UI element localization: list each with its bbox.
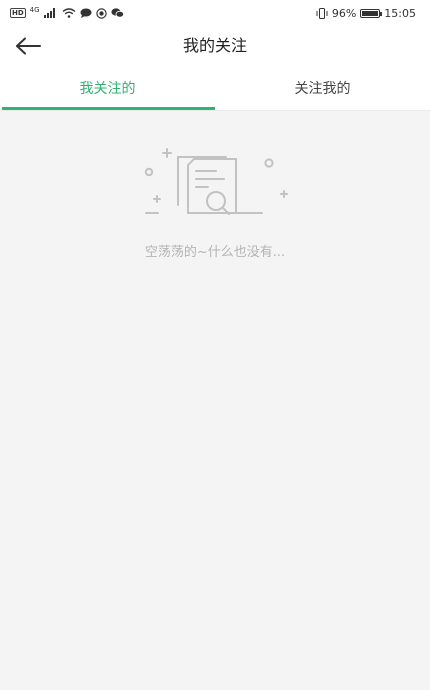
battery-percent: 96% bbox=[331, 6, 357, 20]
status-right: 96% 15:05 bbox=[316, 7, 416, 20]
status-time: 15:05 bbox=[384, 6, 416, 20]
signal-icon bbox=[43, 8, 58, 18]
battery-icon bbox=[360, 8, 383, 18]
status-left: HD 4G bbox=[10, 6, 124, 19]
empty-state-message: 空荡荡的~什么也没有... bbox=[144, 245, 286, 260]
status-bar: HD 4G 96% 15:05 bbox=[0, 0, 430, 26]
tab-following-label: 我关注的 bbox=[79, 81, 136, 97]
chat-bubble-icon bbox=[80, 8, 92, 18]
back-button[interactable] bbox=[10, 30, 46, 62]
navigation-bar: 我的关注 bbox=[0, 26, 430, 66]
tab-bar: 我关注的 关注我的 bbox=[0, 66, 430, 110]
battery-level bbox=[362, 10, 378, 16]
content-area[interactable]: 空荡荡的~什么也没有... bbox=[0, 110, 430, 690]
hd-icon: HD bbox=[10, 8, 26, 18]
wechat-icon bbox=[110, 8, 124, 18]
vibrate-icon bbox=[316, 7, 328, 19]
tab-followers-label: 关注我的 bbox=[294, 81, 351, 97]
page-title: 我的关注 bbox=[182, 36, 247, 55]
document-search-icon bbox=[144, 148, 288, 215]
tab-followers[interactable]: 关注我的 bbox=[215, 66, 430, 110]
wifi-icon bbox=[62, 8, 76, 18]
record-icon bbox=[95, 7, 107, 19]
arrow-left-icon bbox=[16, 37, 41, 55]
network-type: 4G bbox=[29, 6, 40, 14]
tab-following[interactable]: 我关注的 bbox=[0, 66, 215, 110]
